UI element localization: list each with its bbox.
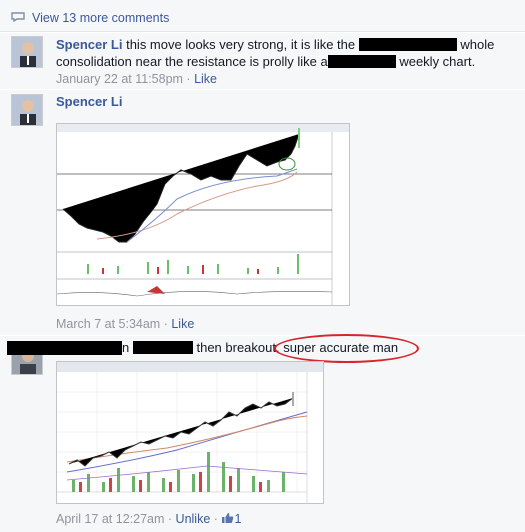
stock-chart-graphic (56, 124, 349, 305)
avatar[interactable] (11, 94, 43, 126)
annotation-circle (274, 334, 419, 363)
comment-meta: January 22 at 11:58pm · Like (56, 72, 218, 86)
avatar[interactable] (11, 36, 43, 68)
comment-meta: April 17 at 12:27am · Unlike · 1 (56, 512, 242, 526)
redacted-block (358, 38, 457, 51)
redacted-author (7, 341, 122, 355)
redacted-block (132, 341, 193, 354)
comment-1: Spencer Li this move looks very strong, … (0, 33, 525, 89)
comment-timestamp[interactable]: April 17 at 12:27am (56, 512, 164, 526)
comment-timestamp[interactable]: March 7 at 5:34am (56, 317, 160, 331)
like-link[interactable]: Like (171, 317, 194, 331)
like-link[interactable]: Like (194, 72, 217, 86)
stock-chart-graphic (57, 362, 323, 503)
comment-3: n then breakout. super accurate man Apri… (0, 334, 525, 532)
profile-photo-icon (12, 37, 42, 67)
comment-text: Spencer Li this move looks very strong, … (56, 37, 495, 69)
unlike-link[interactable]: Unlike (176, 512, 211, 526)
comment-timestamp[interactable]: January 22 at 11:58pm (56, 72, 183, 86)
comment-bubble-icon (11, 12, 25, 22)
profile-photo-icon (12, 95, 42, 125)
comment-2: Spencer Li March 7 at 5:34am · Like (0, 90, 525, 335)
thumbs-up-icon (222, 513, 234, 523)
comment-author-link[interactable]: Spencer Li (56, 94, 122, 109)
stock-chart-image-2[interactable] (56, 361, 324, 504)
view-more-comments-link[interactable]: View 13 more comments (32, 11, 169, 25)
like-count[interactable]: 1 (221, 512, 241, 526)
comment-meta: March 7 at 5:34am · Like (56, 317, 195, 331)
view-more-comments-row[interactable]: View 13 more comments (0, 0, 525, 32)
comment-author-link[interactable]: Spencer Li (56, 37, 122, 52)
redacted-block (327, 55, 396, 68)
comment-body: Spencer Li this move looks very strong, … (56, 36, 516, 86)
stock-chart-image-1[interactable] (56, 123, 350, 306)
